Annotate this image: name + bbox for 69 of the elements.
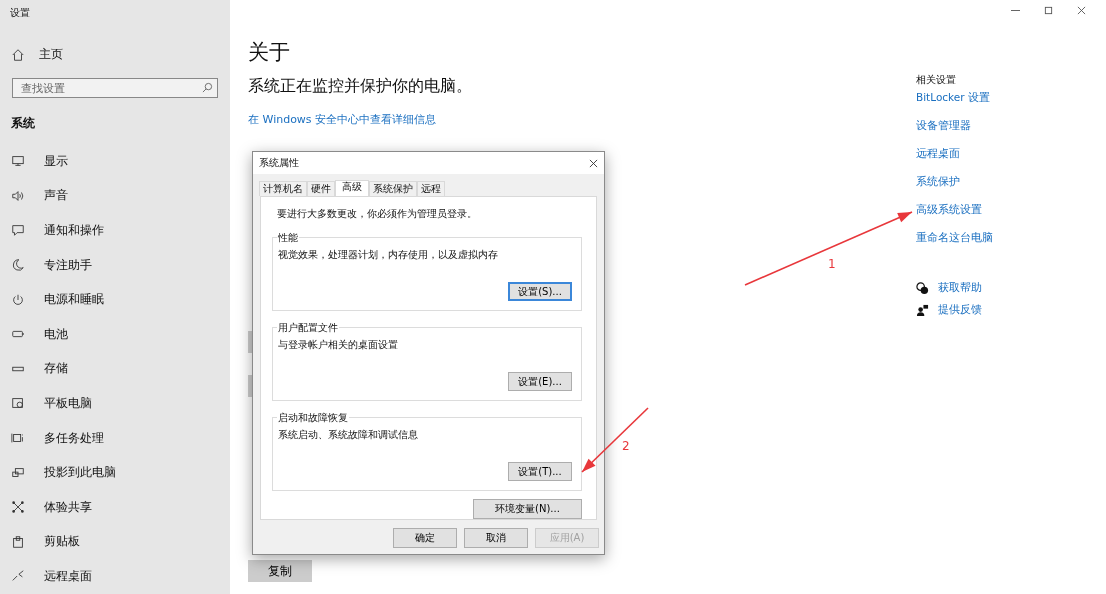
search-icon [202, 82, 213, 93]
dialog-button[interactable]: 确定 [393, 528, 457, 548]
sidebar-item[interactable]: 显示 [0, 144, 230, 179]
sidebar-item[interactable]: 电源和睡眠 [0, 282, 230, 317]
status-text: 系统正在监控并保护你的电脑。 [248, 76, 473, 97]
help-link[interactable]: 提供反馈 [938, 303, 982, 317]
window-title: 设置 [9, 6, 31, 20]
sidebar-item[interactable]: 平板电脑 [0, 386, 230, 421]
annotation-number: 1 [828, 257, 836, 271]
sound-icon [11, 188, 25, 203]
sidebar-item[interactable]: 通知和操作 [0, 213, 230, 248]
group-title: 用户配置文件 [277, 321, 339, 335]
sidebar-item[interactable]: 投影到此电脑 [0, 455, 230, 490]
settings-button[interactable]: 设置(E)... [508, 372, 572, 391]
settings-link[interactable]: 远程桌面 [916, 147, 1106, 175]
page-title: 关于 [248, 39, 291, 66]
settings-link[interactable]: 系统保护 [916, 175, 1106, 203]
group-description: 视觉效果，处理器计划，内存使用，以及虚拟内存 [278, 248, 499, 262]
dialog-button[interactable]: 取消 [464, 528, 528, 548]
settings-button[interactable]: 设置(T)... [508, 462, 572, 481]
close-icon[interactable] [589, 158, 598, 168]
dialog-tab[interactable]: 高级 [335, 180, 369, 196]
home-link[interactable]: 主页 [11, 46, 230, 63]
annotation-number: 2 [622, 439, 630, 453]
dialog-tab[interactable]: 远程 [417, 181, 445, 196]
sidebar-item[interactable]: 远程桌面 [0, 559, 230, 594]
settings-link[interactable]: 高级系统设置 [916, 203, 1106, 231]
related-heading: 相关设置 [916, 73, 957, 87]
copy-button[interactable]: 复制 [248, 560, 312, 582]
environment-variables-button[interactable]: 环境变量(N)... [473, 499, 582, 519]
moon-icon [11, 258, 25, 273]
dialog-title: 系统属性 [259, 156, 299, 170]
settings-link[interactable]: BitLocker 设置 [916, 91, 1106, 119]
group-title: 启动和故障恢复 [277, 411, 349, 425]
group-description: 系统启动、系统故障和调试信息 [278, 428, 419, 442]
dialog-tab[interactable]: 计算机名 [259, 181, 307, 196]
sidebar-item[interactable]: 存储 [0, 351, 230, 387]
group-title: 性能 [277, 231, 299, 245]
clipboard-icon [11, 534, 25, 549]
person-icon [916, 303, 929, 317]
annotation-arrow [581, 407, 649, 473]
dialog-tab[interactable]: 系统保护 [369, 181, 417, 196]
sidebar-item[interactable]: 专注助手 [0, 247, 230, 283]
chat-help-icon [916, 281, 929, 295]
sidebar-item[interactable]: 声音 [0, 178, 230, 214]
search-field[interactable]: 查找设置 [12, 78, 218, 98]
close-icon[interactable] [1077, 6, 1086, 15]
sidebar-item[interactable]: 体验共享 [0, 489, 230, 525]
settings-button[interactable]: 设置(S)... [508, 282, 572, 301]
notify-icon [11, 223, 25, 238]
section-heading: 系统 [11, 115, 36, 132]
sidebar-item[interactable]: 多任务处理 [0, 420, 230, 456]
dialog-tab[interactable]: 硬件 [307, 181, 335, 196]
project-icon [11, 465, 25, 480]
display-icon [11, 154, 25, 169]
notice-text: 要进行大多数更改，你必须作为管理员登录。 [277, 207, 478, 221]
power-icon [11, 292, 25, 307]
settings-link[interactable]: 设备管理器 [916, 119, 1106, 147]
settings-link[interactable]: 重命名这台电脑 [916, 231, 1106, 259]
group-description: 与登录帐户相关的桌面设置 [278, 338, 399, 352]
help-link[interactable]: 获取帮助 [938, 281, 982, 295]
sidebar-item[interactable]: 剪贴板 [0, 524, 230, 560]
maximize-icon[interactable] [1044, 6, 1053, 15]
security-link[interactable]: 在 Windows 安全中心中查看详细信息 [248, 112, 916, 127]
share-icon [11, 500, 25, 515]
sidebar-item[interactable]: 电池 [0, 316, 230, 352]
home-icon [11, 47, 25, 62]
tablet-icon [11, 396, 25, 411]
remote-icon [11, 569, 25, 584]
